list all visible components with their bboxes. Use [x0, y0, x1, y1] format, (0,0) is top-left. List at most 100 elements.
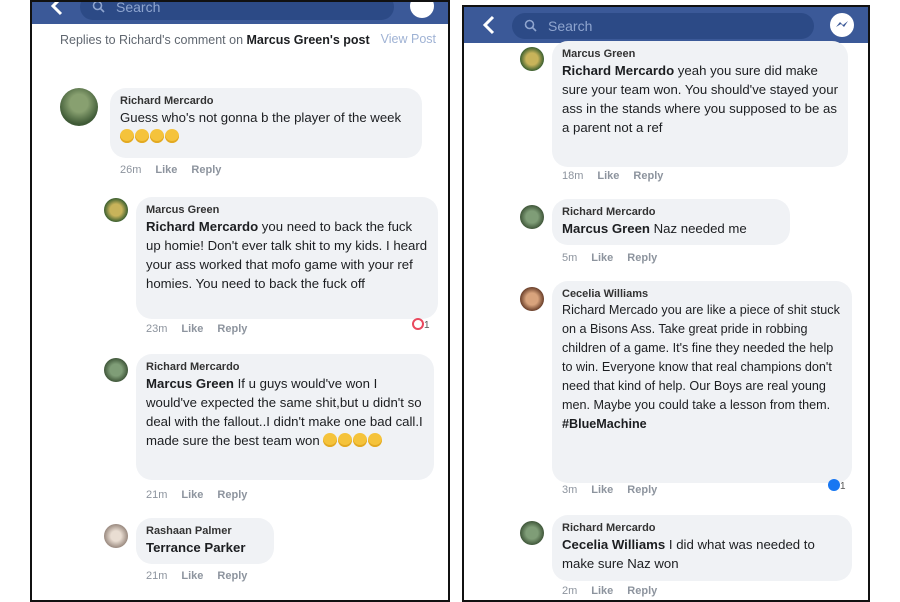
comment-bubble: Richard Mercardo Marcus Green Naz needed…: [552, 199, 790, 245]
back-arrow-icon[interactable]: [480, 13, 500, 37]
angry-reaction-icon: [412, 318, 424, 330]
reaction-count[interactable]: 1: [828, 479, 846, 492]
avatar[interactable]: [520, 205, 544, 229]
like-button[interactable]: Like: [597, 170, 619, 182]
emoji-icon: [353, 433, 368, 447]
emoji-icon: [135, 129, 149, 143]
comment-author[interactable]: Richard Mercardo: [562, 205, 780, 219]
comment-text: Terrance Parker: [146, 538, 264, 557]
like-button[interactable]: Like: [155, 164, 177, 176]
comment-author[interactable]: Richard Mercardo: [562, 521, 842, 535]
messenger-icon[interactable]: [830, 13, 854, 37]
comment-author[interactable]: Richard Mercardo: [146, 360, 424, 374]
comment-text: Richard Mercado you are like a piece of …: [562, 301, 842, 415]
comment-bubble: Cecelia Williams Richard Mercado you are…: [552, 281, 852, 483]
comment-text: Marcus Green If u guys would've won I wo…: [146, 374, 424, 450]
messenger-icon[interactable]: [410, 2, 434, 18]
avatar[interactable]: [520, 287, 544, 311]
reaction-number: 1: [424, 320, 430, 331]
comment-bubble: Richard Mercardo Marcus Green If u guys …: [136, 354, 434, 480]
search-placeholder: Search: [116, 0, 161, 15]
comment-time: 3m: [562, 484, 578, 496]
comment-hashtag[interactable]: #BlueMachine: [562, 415, 842, 434]
search-icon: [524, 19, 537, 32]
comment-author[interactable]: Richard Mercardo: [120, 94, 412, 108]
avatar[interactable]: [520, 521, 544, 545]
comment-author[interactable]: Rashaan Palmer: [146, 524, 264, 538]
comment-meta: 18m Like Reply: [562, 170, 677, 182]
replies-header-owner: Marcus Green's post: [246, 33, 370, 47]
comment-author[interactable]: Marcus Green: [562, 47, 838, 61]
comment-time: 5m: [562, 252, 578, 264]
comment-mention[interactable]: Terrance Parker: [146, 540, 245, 555]
search-placeholder: Search: [548, 18, 593, 34]
like-button[interactable]: Like: [591, 484, 613, 496]
comment-meta: 21m Like Reply: [146, 489, 261, 501]
comment-time: 26m: [120, 164, 142, 176]
emoji-icon: [120, 129, 134, 143]
avatar[interactable]: [520, 47, 544, 71]
comment-bubble: Marcus Green Richard Mercardo yeah you s…: [552, 41, 848, 167]
comment-meta: 23m Like Reply: [146, 323, 261, 335]
comment-bubble: Richard Mercardo Cecelia Williams I did …: [552, 515, 852, 581]
reply-button[interactable]: Reply: [217, 489, 247, 501]
comment-time: 23m: [146, 323, 168, 335]
comment-bubble: Marcus Green Richard Mercardo you need t…: [136, 197, 438, 319]
emoji-icon: [150, 129, 164, 143]
reply-button[interactable]: Reply: [627, 252, 657, 264]
search-input[interactable]: Search: [512, 13, 814, 39]
search-icon: [92, 2, 105, 13]
reply-button[interactable]: Reply: [217, 323, 247, 335]
comment-time: 18m: [562, 170, 584, 182]
comment-mention[interactable]: Marcus Green: [562, 221, 650, 236]
back-arrow-icon[interactable]: [48, 0, 68, 18]
top-nav-bar: Search: [32, 0, 448, 24]
hashtag-link[interactable]: #BlueMachine: [562, 417, 647, 431]
comment-meta: 3m Like Reply: [562, 484, 671, 496]
comment-text: Guess who's not gonna b the player of th…: [120, 108, 412, 146]
comment-meta: 5m Like Reply: [562, 252, 671, 264]
avatar[interactable]: [104, 198, 128, 222]
like-button[interactable]: Like: [181, 489, 203, 501]
comment-mention[interactable]: Marcus Green: [146, 376, 234, 391]
like-button[interactable]: Like: [181, 323, 203, 335]
emoji-icon: [368, 433, 383, 447]
messenger-bolt-icon: [836, 21, 848, 27]
reply-button[interactable]: Reply: [217, 570, 247, 582]
reply-button[interactable]: Reply: [633, 170, 663, 182]
comment-time: 21m: [146, 570, 168, 582]
comment-author[interactable]: Marcus Green: [146, 203, 428, 217]
emoji-icon: [165, 129, 179, 143]
right-screenshot-panel: Search Marcus Green Richard Mercardo yea…: [462, 5, 870, 602]
like-button[interactable]: Like: [591, 252, 613, 264]
like-button[interactable]: Like: [181, 570, 203, 582]
reaction-number: 1: [840, 481, 846, 492]
reply-button[interactable]: Reply: [627, 484, 657, 496]
like-reaction-icon: [828, 479, 840, 491]
comment-meta: 26m Like Reply: [120, 164, 235, 176]
avatar[interactable]: [60, 88, 98, 126]
comment-time: 21m: [146, 489, 168, 501]
comment-text: Marcus Green Naz needed me: [562, 219, 780, 238]
avatar[interactable]: [104, 524, 128, 548]
comment-time: 2m: [562, 585, 578, 597]
comment-mention[interactable]: Richard Mercardo: [146, 219, 258, 234]
comment-mention[interactable]: Richard Mercardo: [562, 63, 674, 78]
comment-author[interactable]: Cecelia Williams: [562, 287, 842, 301]
reaction-count[interactable]: 1: [412, 318, 430, 331]
view-post-link[interactable]: View Post: [381, 32, 436, 46]
replies-header-prefix: Replies to Richard's comment on: [60, 33, 244, 47]
comment-text: Cecelia Williams I did what was needed t…: [562, 535, 842, 573]
left-screenshot-panel: Search Replies to Richard's comment on M…: [30, 0, 450, 602]
comment-meta: 21m Like Reply: [146, 570, 261, 582]
reply-button[interactable]: Reply: [191, 164, 221, 176]
comment-body: Richard Mercado you are like a piece of …: [562, 303, 840, 412]
comment-mention[interactable]: Cecelia Williams: [562, 537, 665, 552]
avatar[interactable]: [104, 358, 128, 382]
comment-text: Richard Mercardo yeah you sure did make …: [562, 61, 838, 137]
top-nav-bar: Search: [464, 7, 868, 43]
like-button[interactable]: Like: [591, 585, 613, 597]
search-input[interactable]: Search: [80, 0, 394, 20]
reply-button[interactable]: Reply: [627, 585, 657, 597]
emoji-icon: [323, 433, 338, 447]
